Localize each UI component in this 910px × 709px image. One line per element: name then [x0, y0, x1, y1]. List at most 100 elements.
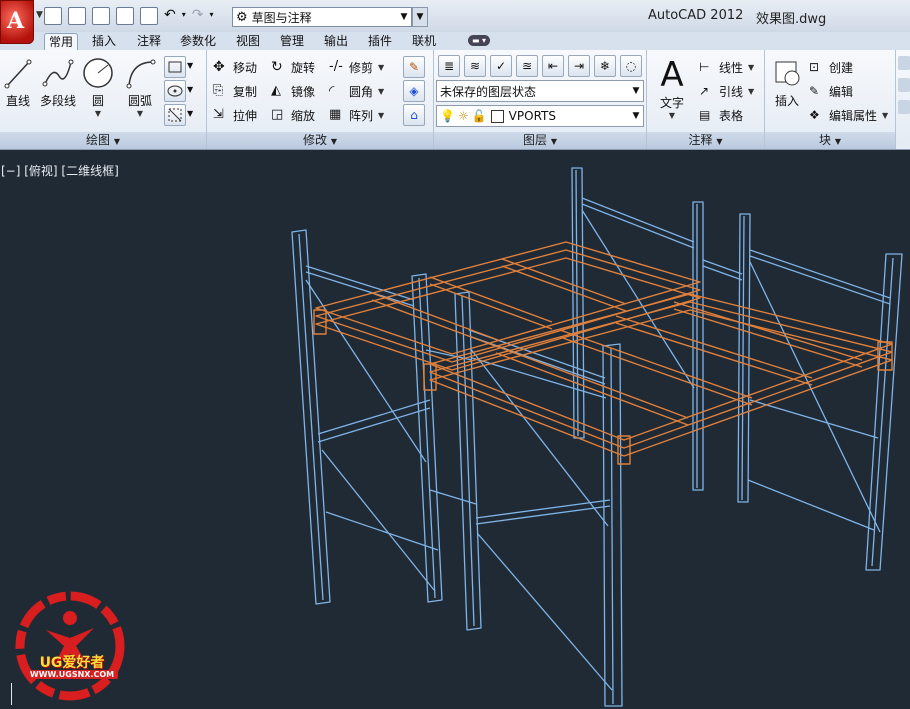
layers-panel: ≣ ≋ ✓ ≊ ⇤ ⇥ ❄ ◌ 未保存的图层状态 ▼ 💡 ☼ 🔓 VPORTS …	[434, 50, 647, 149]
linear-dimension-button[interactable]: ⊢ 线性 ▼	[699, 57, 754, 77]
block-panel-title[interactable]: 块 ▼	[765, 132, 895, 149]
rectangle-tool-button[interactable]	[164, 56, 186, 78]
save-as-icon[interactable]	[116, 7, 134, 25]
line-button[interactable]: 直线	[3, 56, 33, 109]
layer-current-icon: ✓	[495, 59, 507, 73]
application-menu-caret-icon[interactable]: ▼	[36, 10, 43, 20]
explode-button[interactable]: ◈	[403, 80, 425, 102]
tab-online[interactable]: 联机	[408, 33, 440, 50]
open-file-icon[interactable]	[68, 7, 86, 25]
tab-manage[interactable]: 管理	[276, 33, 308, 50]
layer-state-button[interactable]: ≋	[464, 55, 486, 77]
offset-button[interactable]: ⌂	[403, 104, 425, 126]
edit-attributes-button[interactable]: ❖ 编辑属性 ▼	[809, 105, 888, 125]
sun-icon: ☼	[457, 109, 469, 123]
chevron-down-icon[interactable]: ▼	[187, 61, 193, 70]
modify-panel-title[interactable]: 修改 ▼	[207, 132, 433, 149]
chevron-down-icon[interactable]: ▼	[187, 109, 193, 118]
save-icon[interactable]	[92, 7, 110, 25]
chevron-down-icon[interactable]: ▼	[187, 85, 193, 94]
chevron-down-icon: ▼	[716, 137, 723, 146]
fillet-button[interactable]: ◜ 圆角 ▼	[329, 81, 384, 101]
line-icon	[4, 59, 32, 89]
ribbon-overflow-icons[interactable]	[898, 56, 910, 126]
leader-label: 引线	[719, 84, 744, 99]
region-tool-button[interactable]	[164, 104, 186, 126]
layer-combo[interactable]: 💡 ☼ 🔓 VPORTS ▼	[436, 105, 644, 127]
mirror-button[interactable]: ◭ 镜像	[271, 81, 315, 101]
block-panel-title-text: 块	[819, 133, 832, 147]
redo-dropdown-icon[interactable]: ▾	[209, 7, 213, 25]
make-current-layer-button[interactable]: ✓	[490, 55, 512, 77]
text-icon: A	[660, 55, 684, 95]
block-panel: 插入 ⊡ 创建 ✎ 编辑 ❖ 编辑属性 ▼ 块 ▼	[765, 50, 896, 149]
customize-toolbar-button[interactable]: ▼	[412, 7, 428, 27]
application-menu-button[interactable]: A	[0, 0, 34, 44]
redo-icon[interactable]: ↷	[192, 7, 204, 25]
layer-color-swatch	[490, 109, 504, 123]
circle-button[interactable]: 圆 ▼	[82, 56, 114, 118]
tab-parametric[interactable]: 参数化	[176, 33, 220, 50]
edit-block-button[interactable]: ✎ 编辑	[809, 81, 853, 101]
scale-button[interactable]: ◲ 缩放	[271, 105, 315, 125]
tab-insert[interactable]: 插入	[88, 33, 120, 50]
annotation-panel-title[interactable]: 注释 ▼	[647, 132, 764, 149]
stretch-button[interactable]: ⇲ 拉伸	[213, 105, 257, 125]
ribbon: 直线 多段线 圆 ▼ 圆弧 ▼ ▼ ▼ ▼ 绘图 ▼ ✥ 移动 ↻ 旋转 -/-…	[0, 50, 910, 150]
ugsnx-watermark-logo: UG爱好者 WWW.UGSNX.COM	[12, 590, 130, 702]
drawing-viewport[interactable]: [−] [俯视] [二维线框]	[0, 150, 910, 709]
tab-view[interactable]: 视图	[232, 33, 264, 50]
hatch-tool-button[interactable]	[164, 80, 186, 102]
arc-button[interactable]: 圆弧 ▼	[120, 56, 160, 118]
layer-freeze-button[interactable]: ❄	[594, 55, 616, 77]
layer-isolate-button[interactable]: ⇥	[568, 55, 590, 77]
layer-previous-button[interactable]: ⇤	[542, 55, 564, 77]
layer-stack-icon: ≋	[469, 59, 481, 73]
layers-panel-title-text: 图层	[523, 133, 548, 147]
undo-icon[interactable]: ↶	[164, 7, 176, 25]
layer-state-value: 未保存的图层状态	[440, 84, 537, 99]
region-icon	[168, 108, 182, 122]
new-file-icon[interactable]	[44, 7, 62, 25]
trim-label: 修剪	[349, 60, 374, 75]
leader-button[interactable]: ↗ 引线 ▼	[699, 81, 754, 101]
insert-block-button[interactable]: 插入	[769, 56, 805, 109]
layers-panel-title[interactable]: 图层 ▼	[434, 132, 646, 149]
ribbon-tabs: 常用 插入 注释 参数化 视图 管理 输出 插件 联机 ▬ ▾	[0, 32, 910, 51]
print-icon[interactable]	[140, 7, 158, 25]
text-button[interactable]: A 文字 ▼	[653, 56, 691, 120]
undo-dropdown-icon[interactable]: ▾	[182, 7, 186, 25]
chevron-down-icon: ▼	[748, 86, 755, 96]
layer-state-combo[interactable]: 未保存的图层状态 ▼	[436, 80, 644, 102]
chevron-down-icon: ▼	[834, 137, 841, 146]
layer-off-button[interactable]: ◌	[620, 55, 642, 77]
array-button[interactable]: ▦ 阵列 ▼	[329, 105, 384, 125]
ribbon-minimize-button[interactable]: ▬ ▾	[468, 35, 490, 46]
copy-button[interactable]: ⎘ 复制	[213, 81, 257, 101]
tab-plugins[interactable]: 插件	[364, 33, 396, 50]
workspace-selector[interactable]: ⚙ 草图与注释 ▼	[232, 7, 412, 27]
erase-button[interactable]: ✎	[403, 56, 425, 78]
rotate-button[interactable]: ↻ 旋转	[271, 57, 315, 77]
create-block-button[interactable]: ⊡ 创建	[809, 57, 853, 77]
tab-output[interactable]: 输出	[320, 33, 352, 50]
match-layer-button[interactable]: ≊	[516, 55, 538, 77]
draw-panel: 直线 多段线 圆 ▼ 圆弧 ▼ ▼ ▼ ▼ 绘图 ▼	[0, 50, 207, 149]
layer-properties-button[interactable]: ≣	[438, 55, 460, 77]
erase-icon: ✎	[408, 60, 420, 74]
polyline-label: 多段线	[39, 94, 76, 108]
tab-annotate[interactable]: 注释	[133, 33, 165, 50]
trim-button[interactable]: -/- 修剪 ▼	[329, 57, 384, 77]
move-label: 移动	[233, 60, 258, 75]
workspace-name: 草图与注释	[251, 10, 312, 25]
table-button[interactable]: ▤ 表格	[699, 105, 743, 125]
chevron-down-icon: ▼	[668, 111, 676, 120]
draw-panel-title[interactable]: 绘图 ▼	[0, 132, 206, 149]
mirror-label: 镜像	[291, 84, 316, 99]
polyline-button[interactable]: 多段线	[38, 56, 78, 109]
bulb-icon: 💡	[440, 109, 455, 123]
tab-home[interactable]: 常用	[44, 33, 79, 51]
table-icon: ▤	[699, 108, 711, 122]
move-button[interactable]: ✥ 移动	[213, 57, 257, 77]
chevron-down-icon: ▼	[378, 110, 385, 120]
